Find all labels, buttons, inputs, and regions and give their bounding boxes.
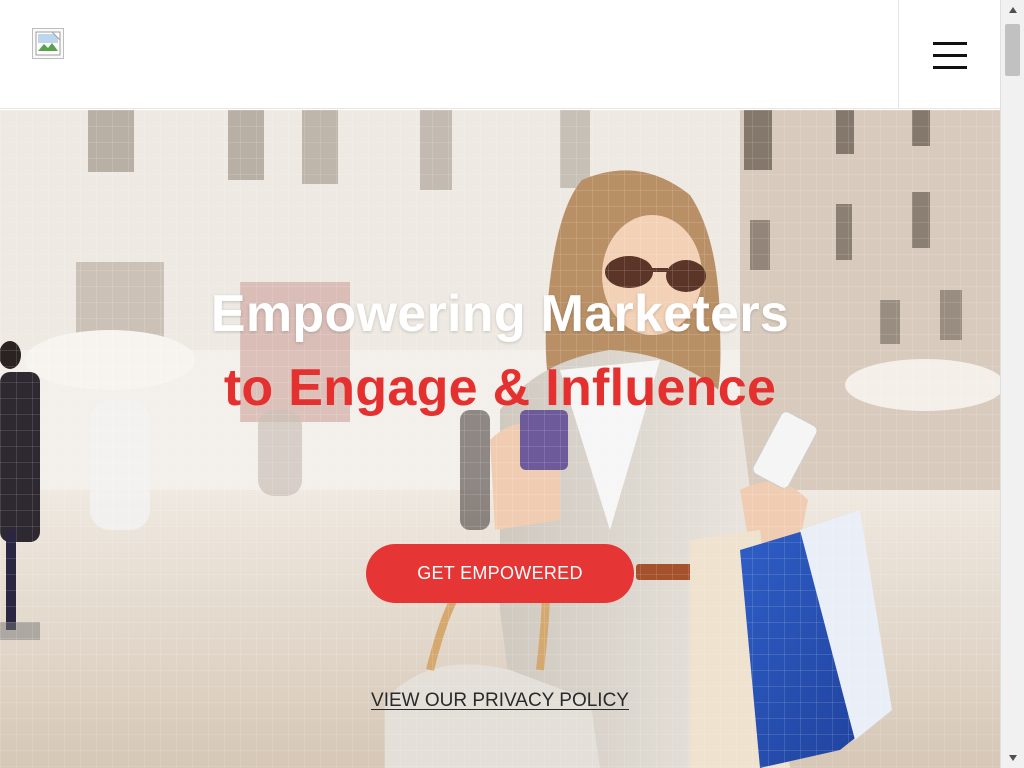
hero-grid-overlay — [0, 110, 1000, 768]
hero-section: Empowering Marketers to Engage & Influen… — [0, 110, 1000, 768]
page: Empowering Marketers to Engage & Influen… — [0, 0, 1000, 768]
privacy-policy-link[interactable]: VIEW OUR PRIVACY POLICY — [371, 690, 629, 711]
chevron-down-icon — [1009, 755, 1017, 761]
scroll-down-button[interactable] — [1001, 748, 1024, 768]
hamburger-menu-icon — [932, 41, 967, 69]
chevron-up-icon — [1009, 7, 1017, 13]
broken-image-icon — [35, 31, 61, 56]
hero-title-line-1: Empowering Marketers — [210, 285, 790, 343]
get-empowered-button[interactable]: GET EMPOWERED — [366, 544, 634, 603]
hero-title-line-2: to Engage & Influence — [223, 359, 777, 417]
vertical-scrollbar[interactable] — [1000, 0, 1024, 768]
scroll-thumb[interactable] — [1005, 24, 1020, 76]
menu-button[interactable] — [898, 0, 1000, 109]
site-logo[interactable] — [32, 28, 64, 59]
privacy-policy-container: VIEW OUR PRIVACY POLICY — [0, 690, 1000, 712]
site-header — [0, 0, 1000, 109]
scroll-up-button[interactable] — [1001, 0, 1024, 20]
